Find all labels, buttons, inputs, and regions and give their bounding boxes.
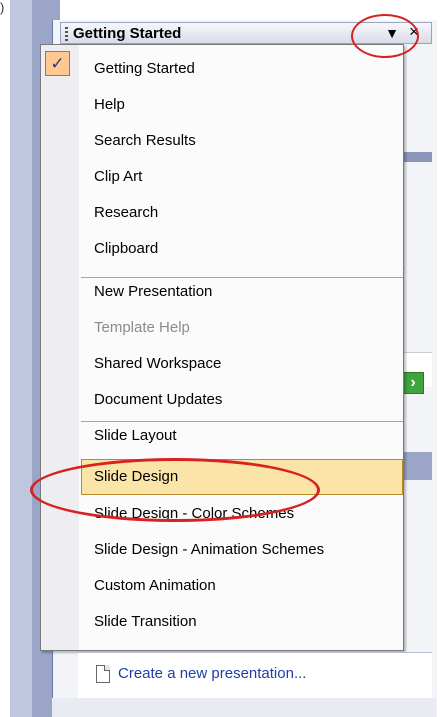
menu-item[interactable]: Slide Design - Animation Schemes [81,532,403,568]
menu-separator [81,277,403,278]
background-left [0,0,10,717]
menu-item[interactable]: Slide Layout [81,418,403,454]
pane-divider [404,452,432,480]
background-column [10,0,32,717]
menu-item[interactable]: Getting Started [81,51,403,87]
menu-gutter [41,45,79,650]
pane-divider [404,152,432,162]
menu-item[interactable]: Slide Transition [81,604,403,640]
annotation-circle [351,14,419,58]
menu-item[interactable]: Shared Workspace [81,346,403,382]
bottom-section: Create a new presentation... [78,652,432,699]
menu-item[interactable]: Help [81,87,403,123]
menu-item[interactable]: Clip Art [81,159,403,195]
top-text-fragment: ) [0,0,5,15]
annotation-circle [30,458,320,522]
task-pane-title: Getting Started [73,25,182,42]
task-pane-menu: ✓ Getting Started Help Search Results Clip … [40,44,404,651]
menu-separator [81,421,403,422]
go-arrow-button[interactable]: › [402,372,424,394]
menu-item: Template Help [94,319,190,336]
menu-item[interactable]: Research [81,195,403,231]
menu-item[interactable]: New Presentation [81,274,403,310]
document-icon [96,665,110,683]
grip-handle-icon[interactable] [65,27,68,41]
create-presentation-link[interactable]: Create a new presentation... [118,665,306,682]
menu-item[interactable]: Search Results [81,123,403,159]
bottom-strip [52,698,436,717]
menu-item[interactable]: Clipboard [81,231,403,267]
menu-item[interactable]: Custom Animation [81,568,403,604]
menu-item[interactable]: Document Updates [81,382,403,418]
checkmark-icon: ✓ [45,51,70,76]
